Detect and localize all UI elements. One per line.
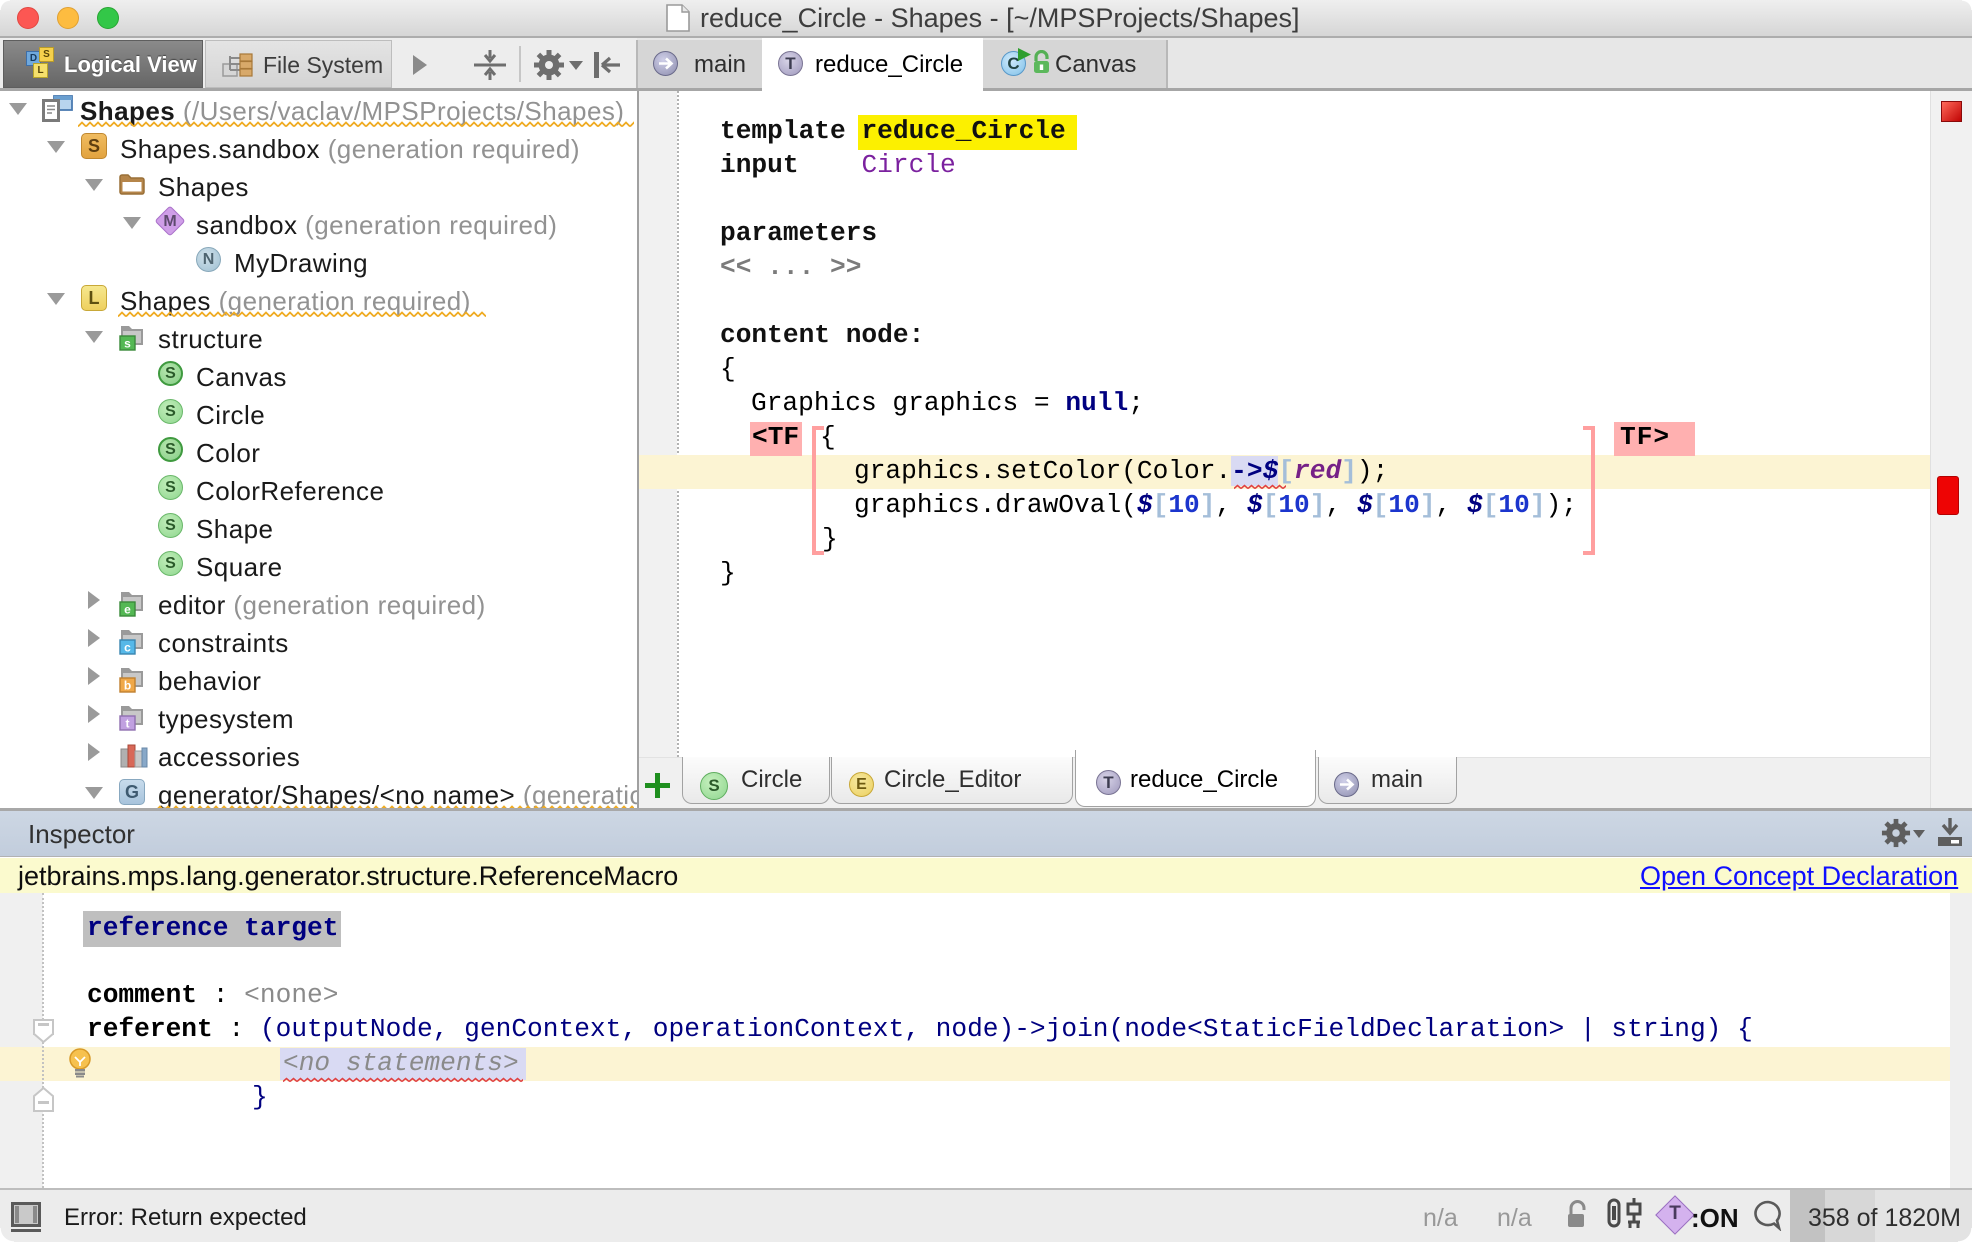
svg-text:s: s [124,337,131,351]
svg-text:e: e [124,603,131,617]
svg-text:b: b [124,679,131,693]
svg-text:t: t [126,717,130,731]
svg-text:c: c [124,641,131,655]
